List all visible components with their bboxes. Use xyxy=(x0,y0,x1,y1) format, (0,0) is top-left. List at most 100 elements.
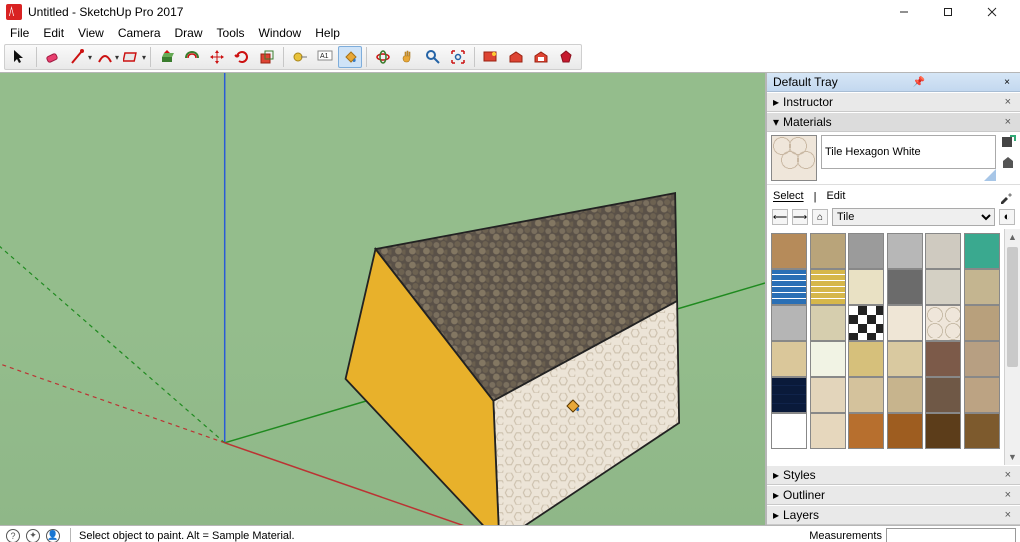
material-swatch[interactable] xyxy=(771,413,807,449)
rotate-tool-icon[interactable] xyxy=(230,46,254,68)
material-swatch[interactable] xyxy=(925,377,961,413)
pan-tool-icon[interactable] xyxy=(396,46,420,68)
material-swatch[interactable] xyxy=(925,305,961,341)
material-preview-swatch[interactable] xyxy=(771,135,817,181)
material-swatch[interactable] xyxy=(771,233,807,269)
material-swatch[interactable] xyxy=(848,413,884,449)
material-swatch[interactable] xyxy=(810,377,846,413)
set-default-material-icon[interactable] xyxy=(1000,155,1016,171)
panel-instructor[interactable]: ▸ Instructor × xyxy=(767,92,1020,112)
minimize-button[interactable] xyxy=(882,0,926,24)
tray-close-icon[interactable]: × xyxy=(1000,77,1014,88)
material-swatch[interactable] xyxy=(964,305,1000,341)
menu-window[interactable]: Window xyxy=(253,25,308,41)
shape-tool-icon[interactable] xyxy=(120,46,144,68)
tape-tool-icon[interactable] xyxy=(288,46,312,68)
material-swatch[interactable] xyxy=(848,377,884,413)
create-material-icon[interactable] xyxy=(1000,135,1016,151)
panel-close-icon[interactable]: × xyxy=(1002,116,1014,128)
panel-outliner[interactable]: ▸ Outliner × xyxy=(767,485,1020,505)
3d-viewport[interactable] xyxy=(0,73,766,525)
material-swatch[interactable] xyxy=(887,305,923,341)
material-swatch[interactable] xyxy=(964,269,1000,305)
material-swatch[interactable] xyxy=(810,305,846,341)
nav-home-icon[interactable]: ⌂ xyxy=(812,209,828,225)
material-category-select[interactable]: Tile xyxy=(832,208,995,226)
material-swatch[interactable] xyxy=(810,413,846,449)
material-swatch[interactable] xyxy=(771,377,807,413)
menu-help[interactable]: Help xyxy=(309,25,346,41)
material-swatch[interactable] xyxy=(925,341,961,377)
nav-forward-icon[interactable]: ⟶ xyxy=(792,209,808,225)
menu-file[interactable]: File xyxy=(4,25,35,41)
3d-warehouse-icon[interactable] xyxy=(504,46,528,68)
material-swatch[interactable] xyxy=(810,233,846,269)
material-swatch[interactable] xyxy=(887,233,923,269)
material-swatch[interactable] xyxy=(887,413,923,449)
material-swatch[interactable] xyxy=(964,233,1000,269)
material-swatch[interactable] xyxy=(810,269,846,305)
panel-close-icon[interactable]: × xyxy=(1002,509,1014,521)
material-swatch[interactable] xyxy=(848,341,884,377)
maximize-button[interactable] xyxy=(926,0,970,24)
scroll-thumb[interactable] xyxy=(1007,247,1018,367)
material-swatch[interactable] xyxy=(925,413,961,449)
scroll-up-icon[interactable]: ▲ xyxy=(1005,229,1020,245)
resize-grip-icon[interactable] xyxy=(984,169,996,181)
panel-close-icon[interactable]: × xyxy=(1002,489,1014,501)
orbit-tool-icon[interactable] xyxy=(371,46,395,68)
profile-icon[interactable]: 👤 xyxy=(46,529,60,542)
material-swatch[interactable] xyxy=(887,341,923,377)
menu-draw[interactable]: Draw xyxy=(169,25,209,41)
tab-edit[interactable]: Edit xyxy=(826,190,845,205)
menu-camera[interactable]: Camera xyxy=(112,25,167,41)
material-swatch[interactable] xyxy=(771,269,807,305)
material-swatch[interactable] xyxy=(848,305,884,341)
panel-layers[interactable]: ▸ Layers × xyxy=(767,505,1020,525)
menu-edit[interactable]: Edit xyxy=(37,25,70,41)
tab-select[interactable]: Select xyxy=(773,190,804,205)
eyedropper-icon[interactable] xyxy=(998,189,1014,205)
dropdown-icon[interactable]: ▾ xyxy=(115,53,119,62)
material-swatch[interactable] xyxy=(848,269,884,305)
select-tool-icon[interactable] xyxy=(8,46,32,68)
material-swatch[interactable] xyxy=(964,413,1000,449)
geo-location-icon[interactable]: ? xyxy=(6,529,20,542)
dropdown-icon[interactable]: ▾ xyxy=(142,53,146,62)
material-swatch[interactable] xyxy=(771,305,807,341)
scroll-down-icon[interactable]: ▼ xyxy=(1005,449,1020,465)
material-swatch[interactable] xyxy=(925,233,961,269)
pin-icon[interactable]: 📌 xyxy=(909,77,929,88)
menu-view[interactable]: View xyxy=(72,25,110,41)
panel-close-icon[interactable]: × xyxy=(1002,96,1014,108)
details-menu-icon[interactable]: ◐ xyxy=(999,209,1015,225)
zoom-tool-icon[interactable] xyxy=(421,46,445,68)
extension-warehouse-icon[interactable] xyxy=(529,46,553,68)
paint-bucket-tool-icon[interactable] xyxy=(338,46,362,68)
panel-close-icon[interactable]: × xyxy=(1002,469,1014,481)
material-swatch[interactable] xyxy=(771,341,807,377)
measurements-input[interactable] xyxy=(886,528,1016,542)
tray-header[interactable]: Default Tray 📌 × xyxy=(767,73,1020,92)
scale-tool-icon[interactable] xyxy=(255,46,279,68)
close-button[interactable] xyxy=(970,0,1014,24)
material-swatch[interactable] xyxy=(964,377,1000,413)
material-swatch[interactable] xyxy=(964,341,1000,377)
line-tool-icon[interactable] xyxy=(66,46,90,68)
material-name-input[interactable] xyxy=(821,135,996,169)
dropdown-icon[interactable]: ▾ xyxy=(88,53,92,62)
panel-materials[interactable]: ▾ Materials × xyxy=(767,112,1020,132)
ruby-console-icon[interactable] xyxy=(554,46,578,68)
panel-styles[interactable]: ▸ Styles × xyxy=(767,465,1020,485)
menu-tools[interactable]: Tools xyxy=(211,25,251,41)
claim-credit-icon[interactable]: ✦ xyxy=(26,529,40,542)
pushpull-tool-icon[interactable] xyxy=(155,46,179,68)
text-tool-icon[interactable]: A1 xyxy=(313,46,337,68)
material-swatch[interactable] xyxy=(887,269,923,305)
material-swatch[interactable] xyxy=(887,377,923,413)
zoom-extents-tool-icon[interactable] xyxy=(446,46,470,68)
arc-tool-icon[interactable] xyxy=(93,46,117,68)
material-swatch[interactable] xyxy=(810,341,846,377)
material-swatch[interactable] xyxy=(848,233,884,269)
photo-textures-icon[interactable] xyxy=(479,46,503,68)
